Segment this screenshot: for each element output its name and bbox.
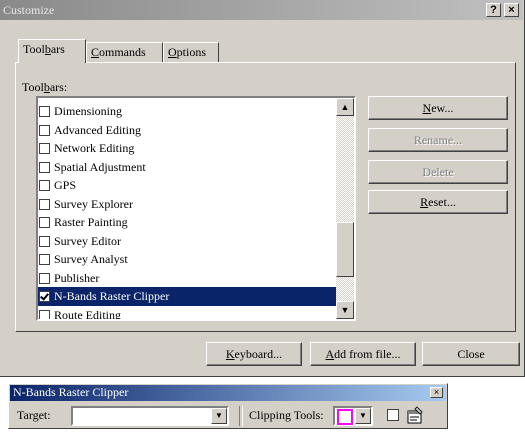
list-item[interactable]: Survey Editor	[38, 232, 338, 251]
title-bar[interactable]: Customize ? ×	[0, 0, 523, 20]
list-item[interactable]: N-Bands Raster Clipper	[38, 287, 338, 306]
toolbar-checkbox[interactable]	[39, 198, 50, 210]
list-item-label: Survey Explorer	[54, 196, 133, 211]
toolbar-separator	[239, 406, 243, 426]
toolbar-checkbox[interactable]	[39, 161, 50, 173]
chevron-down-icon[interactable]: ▼	[355, 408, 371, 424]
scroll-down-arrow-icon[interactable]: ▼	[336, 301, 354, 319]
list-item-label: Raster Painting	[54, 215, 128, 229]
chevron-down-icon[interactable]: ▼	[211, 408, 227, 424]
customize-dialog: Customize ? × Toolbars Commands Options …	[0, 0, 525, 377]
tab-label: ars	[50, 42, 65, 56]
toolbar-checkbox[interactable]	[39, 180, 50, 191]
list-item[interactable]: Network Editing	[38, 139, 338, 158]
list-item-label: Survey Analyst	[54, 252, 128, 266]
tab-options[interactable]: Options	[163, 42, 219, 62]
target-label: Target:	[17, 408, 51, 422]
scroll-thumb[interactable]	[336, 222, 354, 277]
toolbar-checkbox[interactable]	[39, 143, 50, 154]
toolbar-checkbox[interactable]	[39, 106, 50, 117]
toolbar-close-icon[interactable]: ×	[430, 387, 443, 398]
list-item[interactable]: Spatial Adjustment	[38, 158, 338, 177]
list-item-label: Route Editing	[54, 307, 121, 321]
toolbar-list: Dimensioning Advanced Editing Network Edit…	[38, 102, 338, 321]
close-dialog-button[interactable]: Close	[422, 342, 520, 366]
toolbar-title-bar[interactable]: N-Bands Raster Clipper	[10, 385, 446, 401]
add-from-file-button[interactable]: Add from file...	[310, 342, 416, 366]
list-item-label: Dimensioning	[54, 104, 122, 118]
list-scrollbar[interactable]: ▲ ▼	[336, 98, 354, 319]
target-combo[interactable]: ▼	[71, 406, 229, 426]
n-bands-raster-clipper-toolbar: N-Bands Raster Clipper × Target: ▼ Clipp…	[8, 383, 448, 429]
toolbar-title: N-Bands Raster Clipper	[13, 385, 129, 399]
rename-button[interactable]: Rename...	[368, 128, 508, 152]
tab-label: ommands	[99, 45, 146, 59]
list-item[interactable]: GPS	[38, 176, 338, 195]
list-item-label: Advanced Editing	[54, 122, 141, 137]
clipping-shape-swatch	[337, 409, 353, 425]
list-item-label: Publisher	[54, 270, 100, 285]
list-item-label: N-Bands Raster Clipper	[54, 289, 170, 303]
tab-toolbars[interactable]: Toolbars	[18, 39, 86, 63]
toolbars-label: Toolbars:	[22, 80, 68, 94]
help-button[interactable]: ?	[486, 3, 501, 17]
list-item[interactable]: Raster Painting	[38, 213, 338, 232]
list-item[interactable]: Survey Analyst	[38, 250, 338, 269]
list-item-label: Spatial Adjustment	[54, 159, 146, 174]
clipping-tools-label: Clipping Tools:	[249, 408, 324, 422]
list-item-label: GPS	[54, 178, 77, 192]
list-item-label: Survey Editor	[54, 233, 121, 248]
toolbar-checkbox[interactable]	[39, 254, 50, 265]
keyboard-button[interactable]: Keyboard...	[206, 342, 302, 366]
list-item[interactable]: Survey Explorer	[38, 195, 338, 214]
tab-label-accel: O	[168, 45, 177, 59]
tab-label-accel: C	[91, 45, 100, 59]
delete-button[interactable]: Delete	[368, 160, 508, 184]
toolbar-checkbox[interactable]	[39, 272, 50, 284]
tab-label: ptions	[176, 45, 207, 59]
list-item[interactable]: Dimensioning	[38, 102, 338, 121]
list-item-label: Network Editing	[54, 141, 135, 155]
list-item[interactable]: Advanced Editing	[38, 121, 338, 140]
toolbar-checkbox[interactable]	[39, 124, 50, 136]
reset-button[interactable]: Reset...	[368, 190, 508, 214]
window-title: Customize	[3, 3, 55, 17]
toolbar-checkbox[interactable]	[39, 309, 50, 319]
toolbar-checkbox[interactable]	[39, 217, 50, 228]
list-item[interactable]: Route Editing	[38, 306, 338, 321]
properties-icon[interactable]	[405, 406, 425, 426]
clip-option-checkbox[interactable]	[387, 409, 399, 421]
toolbar-checkbox[interactable]	[39, 235, 50, 247]
tab-label: Tool	[23, 42, 45, 56]
clipping-tools-combo[interactable]: ▼	[333, 406, 373, 426]
list-item[interactable]: Publisher	[38, 269, 338, 288]
new-button[interactable]: New...	[368, 96, 508, 120]
scroll-up-arrow-icon[interactable]: ▲	[336, 98, 354, 116]
tab-commands[interactable]: Commands	[86, 42, 163, 62]
toolbar-checkbox[interactable]	[39, 291, 50, 302]
close-button[interactable]: ×	[504, 3, 519, 17]
toolbar-listbox[interactable]: Dimensioning Advanced Editing Network Edit…	[36, 96, 356, 321]
